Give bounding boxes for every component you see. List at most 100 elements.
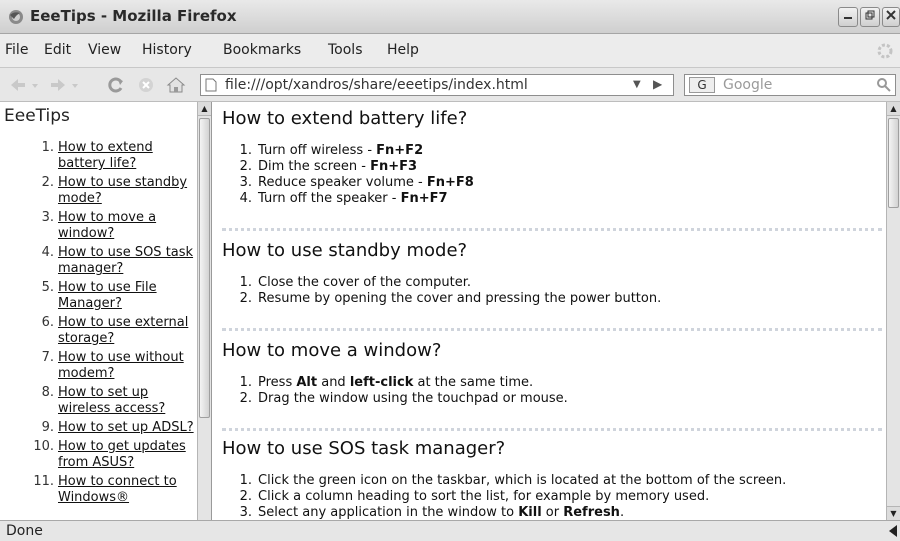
scroll-up-icon[interactable]: ▲ (198, 102, 211, 116)
scrollbar-thumb[interactable] (888, 118, 899, 208)
scroll-left-icon[interactable] (889, 525, 897, 537)
step-text: Click a column heading to sort the list,… (258, 489, 710, 504)
list-number: 2. (239, 489, 252, 504)
sidebar-link[interactable]: How to get updates from ASUS? (58, 439, 186, 470)
scrollbar-thumb[interactable] (199, 118, 210, 418)
content-frame: How to extend battery life? 1. Turn off w… (212, 102, 886, 520)
step-text: Click the green icon on the taskbar, whi… (258, 473, 787, 488)
content-scrollbar[interactable]: ▲ ▼ (886, 102, 900, 520)
shortcut-key: Alt (296, 375, 318, 390)
sidebar-link[interactable]: How to use File Manager? (58, 280, 157, 311)
reload-icon[interactable] (106, 75, 126, 95)
menu-view[interactable]: View (88, 42, 121, 58)
list-number: 7. (41, 350, 54, 365)
list-number: 1. (239, 375, 252, 390)
list-item: 3. Select any application in the window t… (222, 505, 882, 520)
shortcut-key: left-click (349, 375, 414, 390)
back-icon[interactable] (8, 75, 28, 95)
sidebar-link[interactable]: How to set up ADSL? (58, 420, 194, 435)
list-number: 6. (41, 315, 54, 330)
list-item: 1. Press Alt and left-click at the same t… (222, 375, 882, 391)
step-text: and (317, 375, 350, 390)
sidebar-link[interactable]: How to move a window? (58, 210, 156, 241)
list-item: 1. How to extend battery life? (0, 140, 196, 172)
list-item: 4. How to use SOS task manager? (0, 245, 196, 277)
list-number: 10. (33, 439, 54, 454)
search-icon[interactable] (876, 77, 892, 93)
go-icon[interactable]: ▶ (653, 77, 662, 91)
list-number: 2. (239, 159, 252, 174)
back-dropdown-icon[interactable] (30, 75, 40, 95)
sidebar-link[interactable]: How to extend battery life? (58, 140, 153, 171)
menu-tools[interactable]: Tools (328, 42, 363, 58)
list-item: 7. How to use without modem? (0, 350, 196, 382)
forward-dropdown-icon[interactable] (70, 75, 80, 95)
scroll-up-icon[interactable]: ▲ (887, 102, 900, 116)
section-standby: How to use standby mode? 1. Close the cov… (222, 240, 882, 307)
search-engine-selector[interactable]: G (689, 77, 715, 93)
list-item: 2. Drag the window using the touchpad or … (222, 391, 882, 407)
search-input[interactable]: Google (723, 77, 772, 93)
list-number: 3. (41, 210, 54, 225)
list-number: 3. (239, 175, 252, 190)
menu-help[interactable]: Help (387, 42, 419, 58)
menu-edit[interactable]: Edit (44, 42, 71, 58)
sidebar-link[interactable]: How to use external storage? (58, 315, 188, 346)
shortcut-key: Kill (518, 505, 542, 520)
status-text: Done (6, 523, 43, 539)
sidebar-link[interactable]: How to use standby mode? (58, 175, 187, 206)
url-bar[interactable]: file:///opt/xandros/share/eeetips/index.… (200, 74, 674, 96)
close-button[interactable] (882, 7, 900, 27)
section-divider (222, 428, 882, 431)
list-item: 4. Turn off the speaker - Fn+F7 (222, 191, 882, 207)
list-number: 2. (239, 391, 252, 406)
list-item: 10. How to get updates from ASUS? (0, 439, 196, 471)
shortcut-key: Fn+F2 (376, 143, 424, 158)
section-heading: How to extend battery life? (222, 108, 468, 129)
list-item: 1. Close the cover of the computer. (222, 275, 882, 291)
step-text: at the same time. (413, 375, 534, 390)
sidebar-link[interactable]: How to connect to Windows® (58, 474, 177, 505)
list-item: 2. Resume by opening the cover and pressi… (222, 291, 882, 307)
section-battery: How to extend battery life? 1. Turn off w… (222, 108, 882, 207)
forward-icon[interactable] (48, 75, 68, 95)
title-bar: EeeTips - Mozilla Firefox (0, 0, 900, 34)
home-icon[interactable] (166, 75, 186, 95)
list-number: 8. (41, 385, 54, 400)
sidebar-link[interactable]: How to use without modem? (58, 350, 184, 381)
list-number: 2. (239, 291, 252, 306)
list-number: 4. (239, 191, 252, 206)
throbber-icon (877, 43, 893, 59)
sidebar-list: 1. How to extend battery life? 2. How to u… (0, 140, 196, 509)
close-icon (886, 10, 896, 20)
list-number: 1. (239, 143, 252, 158)
step-text: Drag the window using the touchpad or mo… (258, 391, 568, 406)
list-item: 3. Reduce speaker volume - Fn+F8 (222, 175, 882, 191)
shortcut-key: Fn+F7 (400, 191, 448, 206)
menu-file[interactable]: File (5, 42, 28, 58)
step-text: Close the cover of the computer. (258, 275, 472, 290)
sidebar-link[interactable]: How to set up wireless access? (58, 385, 165, 416)
search-bar[interactable]: G Google (684, 74, 896, 96)
page-icon (205, 78, 217, 92)
url-dropdown-icon[interactable]: ▼ (633, 79, 641, 90)
list-item: 2. Dim the screen - Fn+F3 (222, 159, 882, 175)
section-divider (222, 328, 882, 331)
list-item: 9. How to set up ADSL? (0, 420, 196, 436)
list-item: 3. How to move a window? (0, 210, 196, 242)
menu-history[interactable]: History (142, 42, 192, 58)
sidebar-link[interactable]: How to use SOS task manager? (58, 245, 193, 276)
sidebar-scrollbar[interactable]: ▲ (197, 102, 211, 520)
step-text: Resume by opening the cover and pressing… (258, 291, 662, 306)
menu-bookmarks[interactable]: Bookmarks (223, 42, 301, 58)
section-move-window: How to move a window? 1. Press Alt and le… (222, 340, 882, 407)
url-text[interactable]: file:///opt/xandros/share/eeetips/index.… (225, 77, 528, 93)
minimize-button[interactable] (838, 7, 858, 27)
list-item: 1. Turn off wireless - Fn+F2 (222, 143, 882, 159)
maximize-button[interactable] (860, 7, 880, 27)
shortcut-key: Fn+F8 (426, 175, 474, 190)
list-item: 2. How to use standby mode? (0, 175, 196, 207)
stop-icon[interactable] (136, 75, 156, 95)
shortcut-key: Refresh (563, 505, 620, 520)
scroll-down-icon[interactable]: ▼ (887, 506, 900, 520)
